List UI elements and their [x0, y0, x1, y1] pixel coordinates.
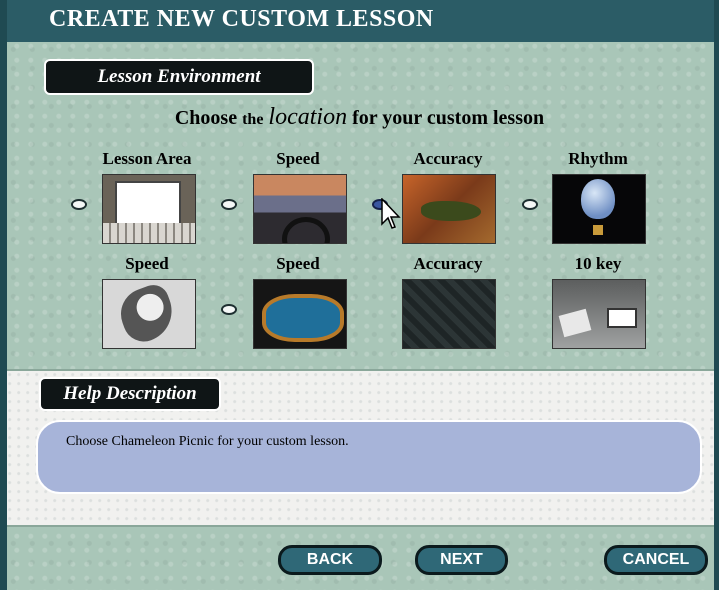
- rhythm-balloon-thumbnail[interactable]: [552, 174, 646, 244]
- window-border-left: [0, 0, 7, 590]
- monitor-screen-shape: [115, 181, 181, 225]
- prompt-word-choose: Choose: [174, 107, 238, 129]
- custom-lesson-window: CREATE NEW CUSTOM LESSON Lesson Environm…: [0, 0, 719, 590]
- paper-shape: [558, 308, 592, 338]
- help-description-heading: Help Description: [39, 377, 221, 411]
- location-prompt: Choose the location for your custom less…: [0, 104, 719, 131]
- title-bar: CREATE NEW CUSTOM LESSON: [7, 0, 714, 42]
- monitor-screen-shape: [607, 308, 637, 328]
- speed-penguin-thumbnail[interactable]: [102, 279, 196, 349]
- mouse-cursor-icon: [381, 198, 401, 229]
- option-label-10-key: 10 key: [574, 254, 622, 273]
- prompt-word-the: the: [242, 111, 264, 128]
- option-label-lesson-area: Lesson Area: [102, 149, 192, 168]
- keyboard-shape: [103, 223, 195, 243]
- speed-car-thumbnail[interactable]: [253, 174, 347, 244]
- cancel-button[interactable]: CANCEL: [604, 545, 708, 575]
- window-title: CREATE NEW CUSTOM LESSON: [49, 6, 434, 32]
- prompt-word-rest: for your custom lesson: [352, 107, 545, 129]
- chameleon-picnic-thumbnail[interactable]: [402, 174, 496, 244]
- radio-speed-pool[interactable]: [221, 304, 237, 315]
- option-label-rhythm: Rhythm: [568, 149, 628, 168]
- lesson-area-thumbnail[interactable]: [102, 174, 196, 244]
- penguin-shape: [113, 280, 181, 348]
- lesson-environment-heading: Lesson Environment: [44, 59, 314, 95]
- option-label-speed-2: Speed: [125, 254, 169, 273]
- option-label-speed-1: Speed: [276, 149, 320, 168]
- radio-lesson-area[interactable]: [71, 199, 87, 210]
- prompt-word-location: location: [268, 104, 348, 130]
- option-label-speed-3: Speed: [276, 254, 320, 273]
- option-label-accuracy-2: Accuracy: [413, 254, 483, 273]
- back-button[interactable]: BACK: [278, 545, 382, 575]
- pool-shape: [262, 294, 344, 342]
- chameleon-shape: [421, 201, 481, 221]
- basket-shape: [593, 225, 603, 235]
- next-button[interactable]: NEXT: [415, 545, 508, 575]
- ten-key-office-thumbnail[interactable]: [552, 279, 646, 349]
- radio-speed-car[interactable]: [221, 199, 237, 210]
- steering-wheel-shape: [282, 217, 330, 243]
- radio-rhythm[interactable]: [522, 199, 538, 210]
- help-description-box: Choose Chameleon Picnic for your custom …: [36, 420, 702, 494]
- speed-pool-thumbnail[interactable]: [253, 279, 347, 349]
- window-border-right: [714, 0, 719, 590]
- accuracy-dark-thumbnail[interactable]: [402, 279, 496, 349]
- help-description-text: Choose Chameleon Picnic for your custom …: [66, 434, 349, 449]
- balloon-shape: [581, 179, 615, 219]
- option-label-accuracy-1: Accuracy: [413, 149, 483, 168]
